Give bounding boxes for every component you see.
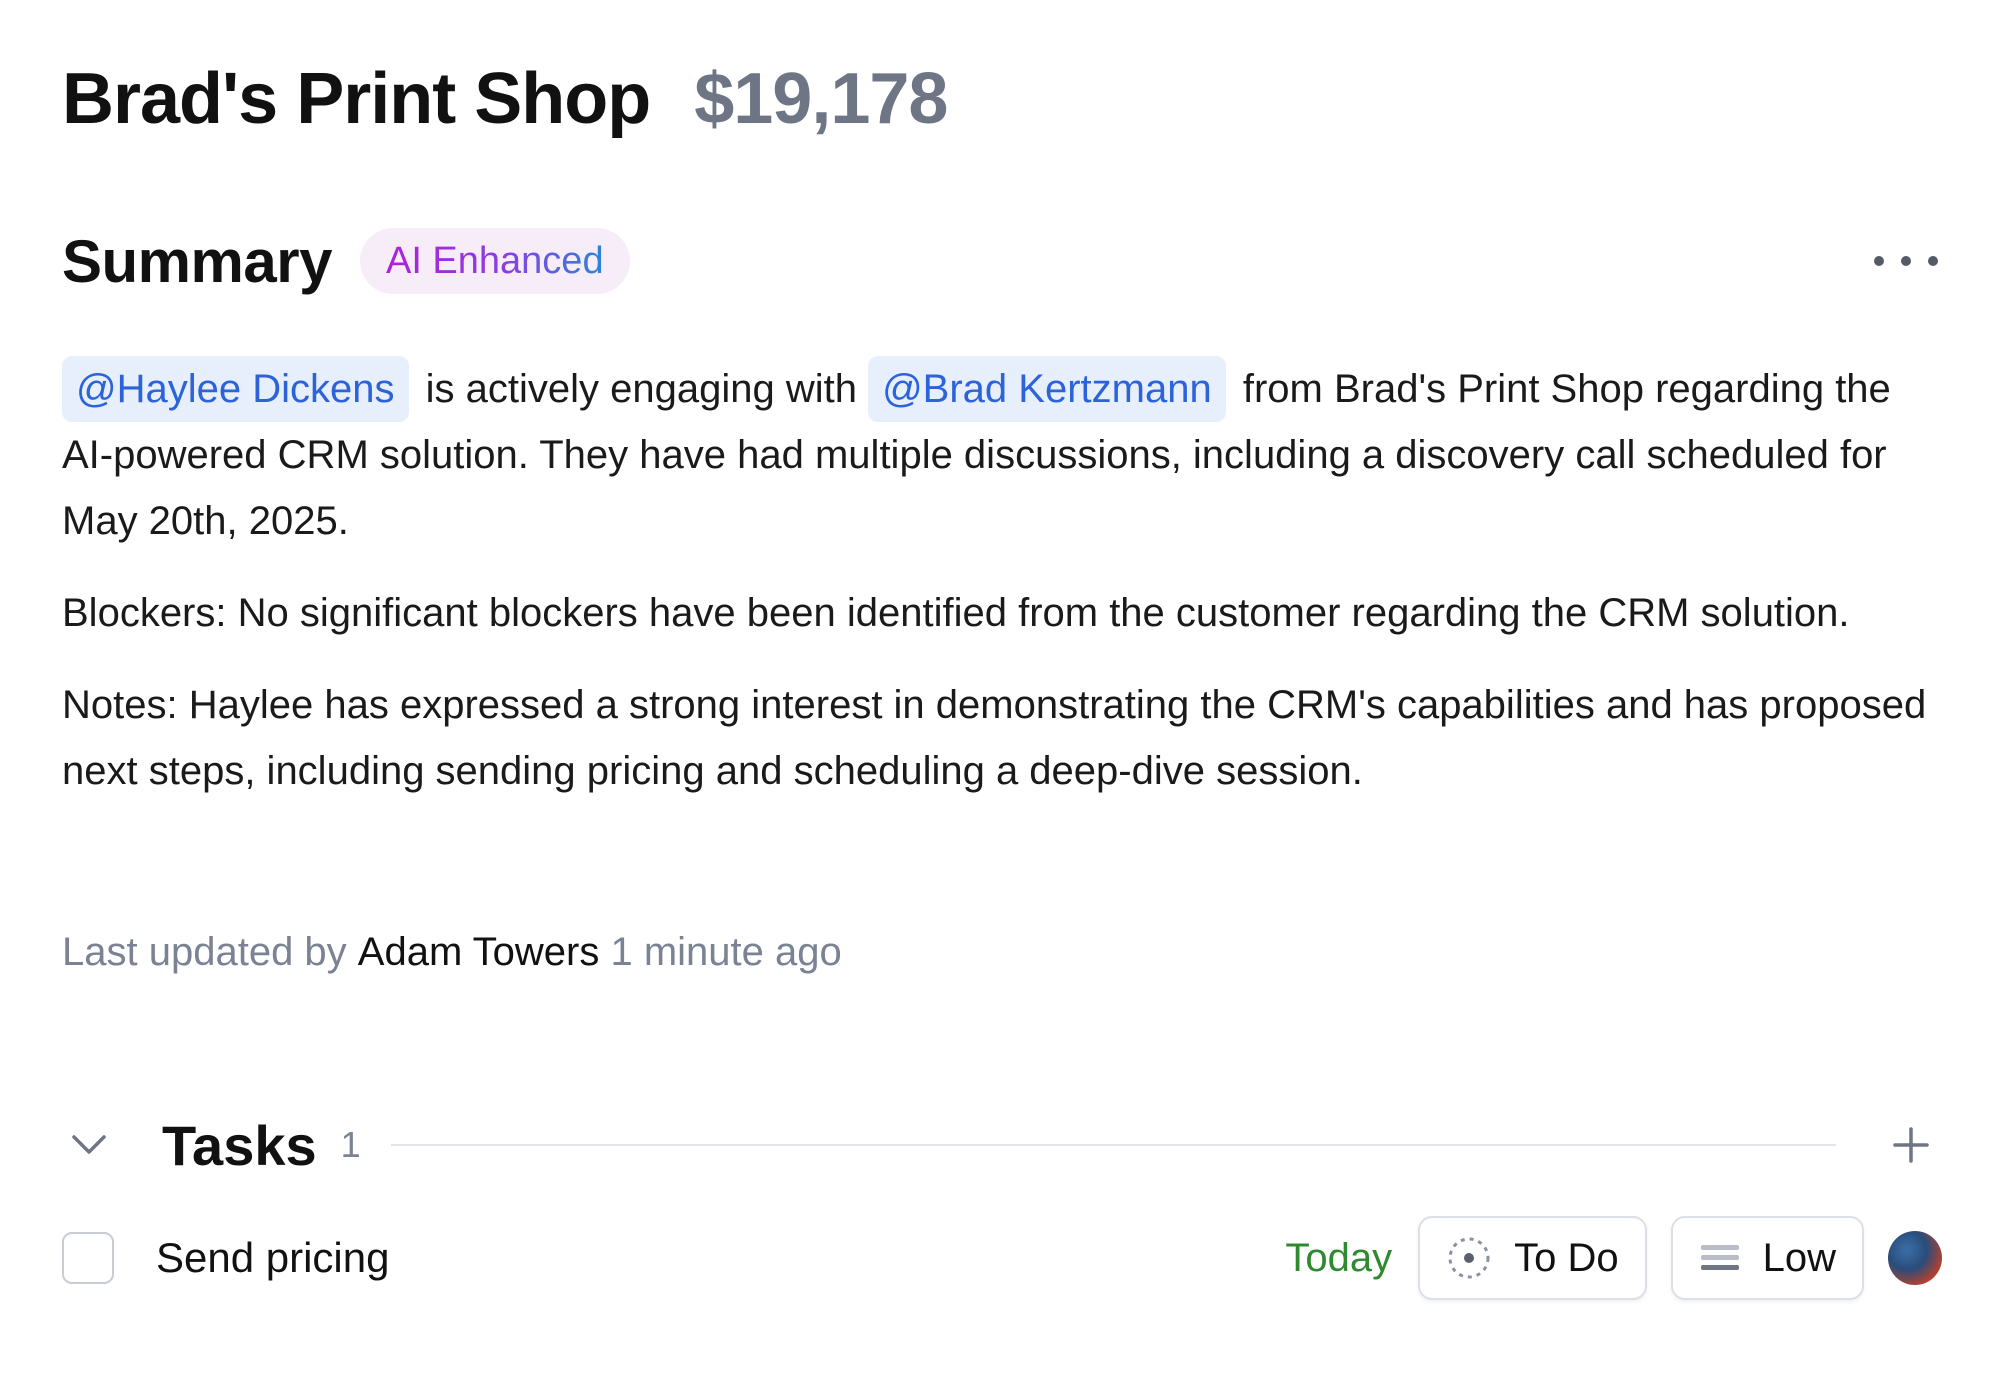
assignee-avatar[interactable]	[1888, 1231, 1942, 1285]
last-updated-time: 1 minute ago	[599, 930, 842, 974]
last-updated-prefix: Last updated by	[62, 930, 358, 974]
status-todo-icon	[1446, 1235, 1492, 1281]
priority-low-icon	[1699, 1241, 1741, 1275]
chevron-down-icon[interactable]	[62, 1118, 116, 1172]
divider	[390, 1144, 1836, 1146]
task-row[interactable]: Send pricing Today To Do Low	[62, 1216, 1942, 1300]
ai-enhanced-badge: AI Enhanced	[359, 228, 630, 294]
summary-text: is actively engaging with	[414, 367, 869, 411]
more-dot	[1874, 256, 1884, 266]
task-status-button[interactable]: To Do	[1418, 1216, 1647, 1300]
summary-header: Summary AI Enhanced	[62, 226, 1938, 296]
deal-amount: $19,178	[694, 59, 948, 139]
task-priority-label: Low	[1762, 1235, 1836, 1280]
task-meta: Today To Do Low	[1285, 1216, 1942, 1300]
deal-page: Brad's Print Shop $19,178 Summary AI Enh…	[0, 0, 2000, 1375]
summary-paragraph: @Haylee Dickens is actively engaging wit…	[62, 356, 1942, 554]
more-options-icon[interactable]	[1874, 244, 1938, 278]
task-checkbox[interactable]	[62, 1232, 114, 1284]
task-priority-button[interactable]: Low	[1670, 1216, 1864, 1300]
blockers-paragraph: Blockers: No significant blockers have b…	[62, 591, 1850, 635]
deal-title: Brad's Print Shop	[62, 59, 651, 139]
ai-enhanced-label: AI Enhanced	[385, 239, 604, 282]
summary-title: Summary	[62, 227, 332, 295]
task-status-label: To Do	[1514, 1235, 1619, 1280]
mention-haylee-dickens[interactable]: @Haylee Dickens	[62, 356, 409, 422]
deal-header: Brad's Print Shop $19,178	[62, 58, 948, 140]
tasks-count: 1	[340, 1124, 361, 1165]
summary-body: @Haylee Dickens is actively engaging wit…	[62, 356, 1942, 830]
task-due-date[interactable]: Today	[1285, 1236, 1392, 1281]
mention-brad-kertzmann[interactable]: @Brad Kertzmann	[868, 356, 1226, 422]
more-dot	[1928, 256, 1938, 266]
tasks-header: Tasks 1	[62, 1110, 1938, 1180]
task-name[interactable]: Send pricing	[156, 1234, 389, 1282]
more-dot	[1901, 256, 1911, 266]
last-updated-author[interactable]: Adam Towers	[358, 930, 600, 974]
last-updated: Last updated by Adam Towers 1 minute ago	[62, 930, 842, 975]
tasks-title: Tasks	[162, 1113, 317, 1177]
notes-paragraph: Notes: Haylee has expressed a strong int…	[62, 683, 1927, 793]
add-task-icon[interactable]	[1884, 1118, 1938, 1172]
